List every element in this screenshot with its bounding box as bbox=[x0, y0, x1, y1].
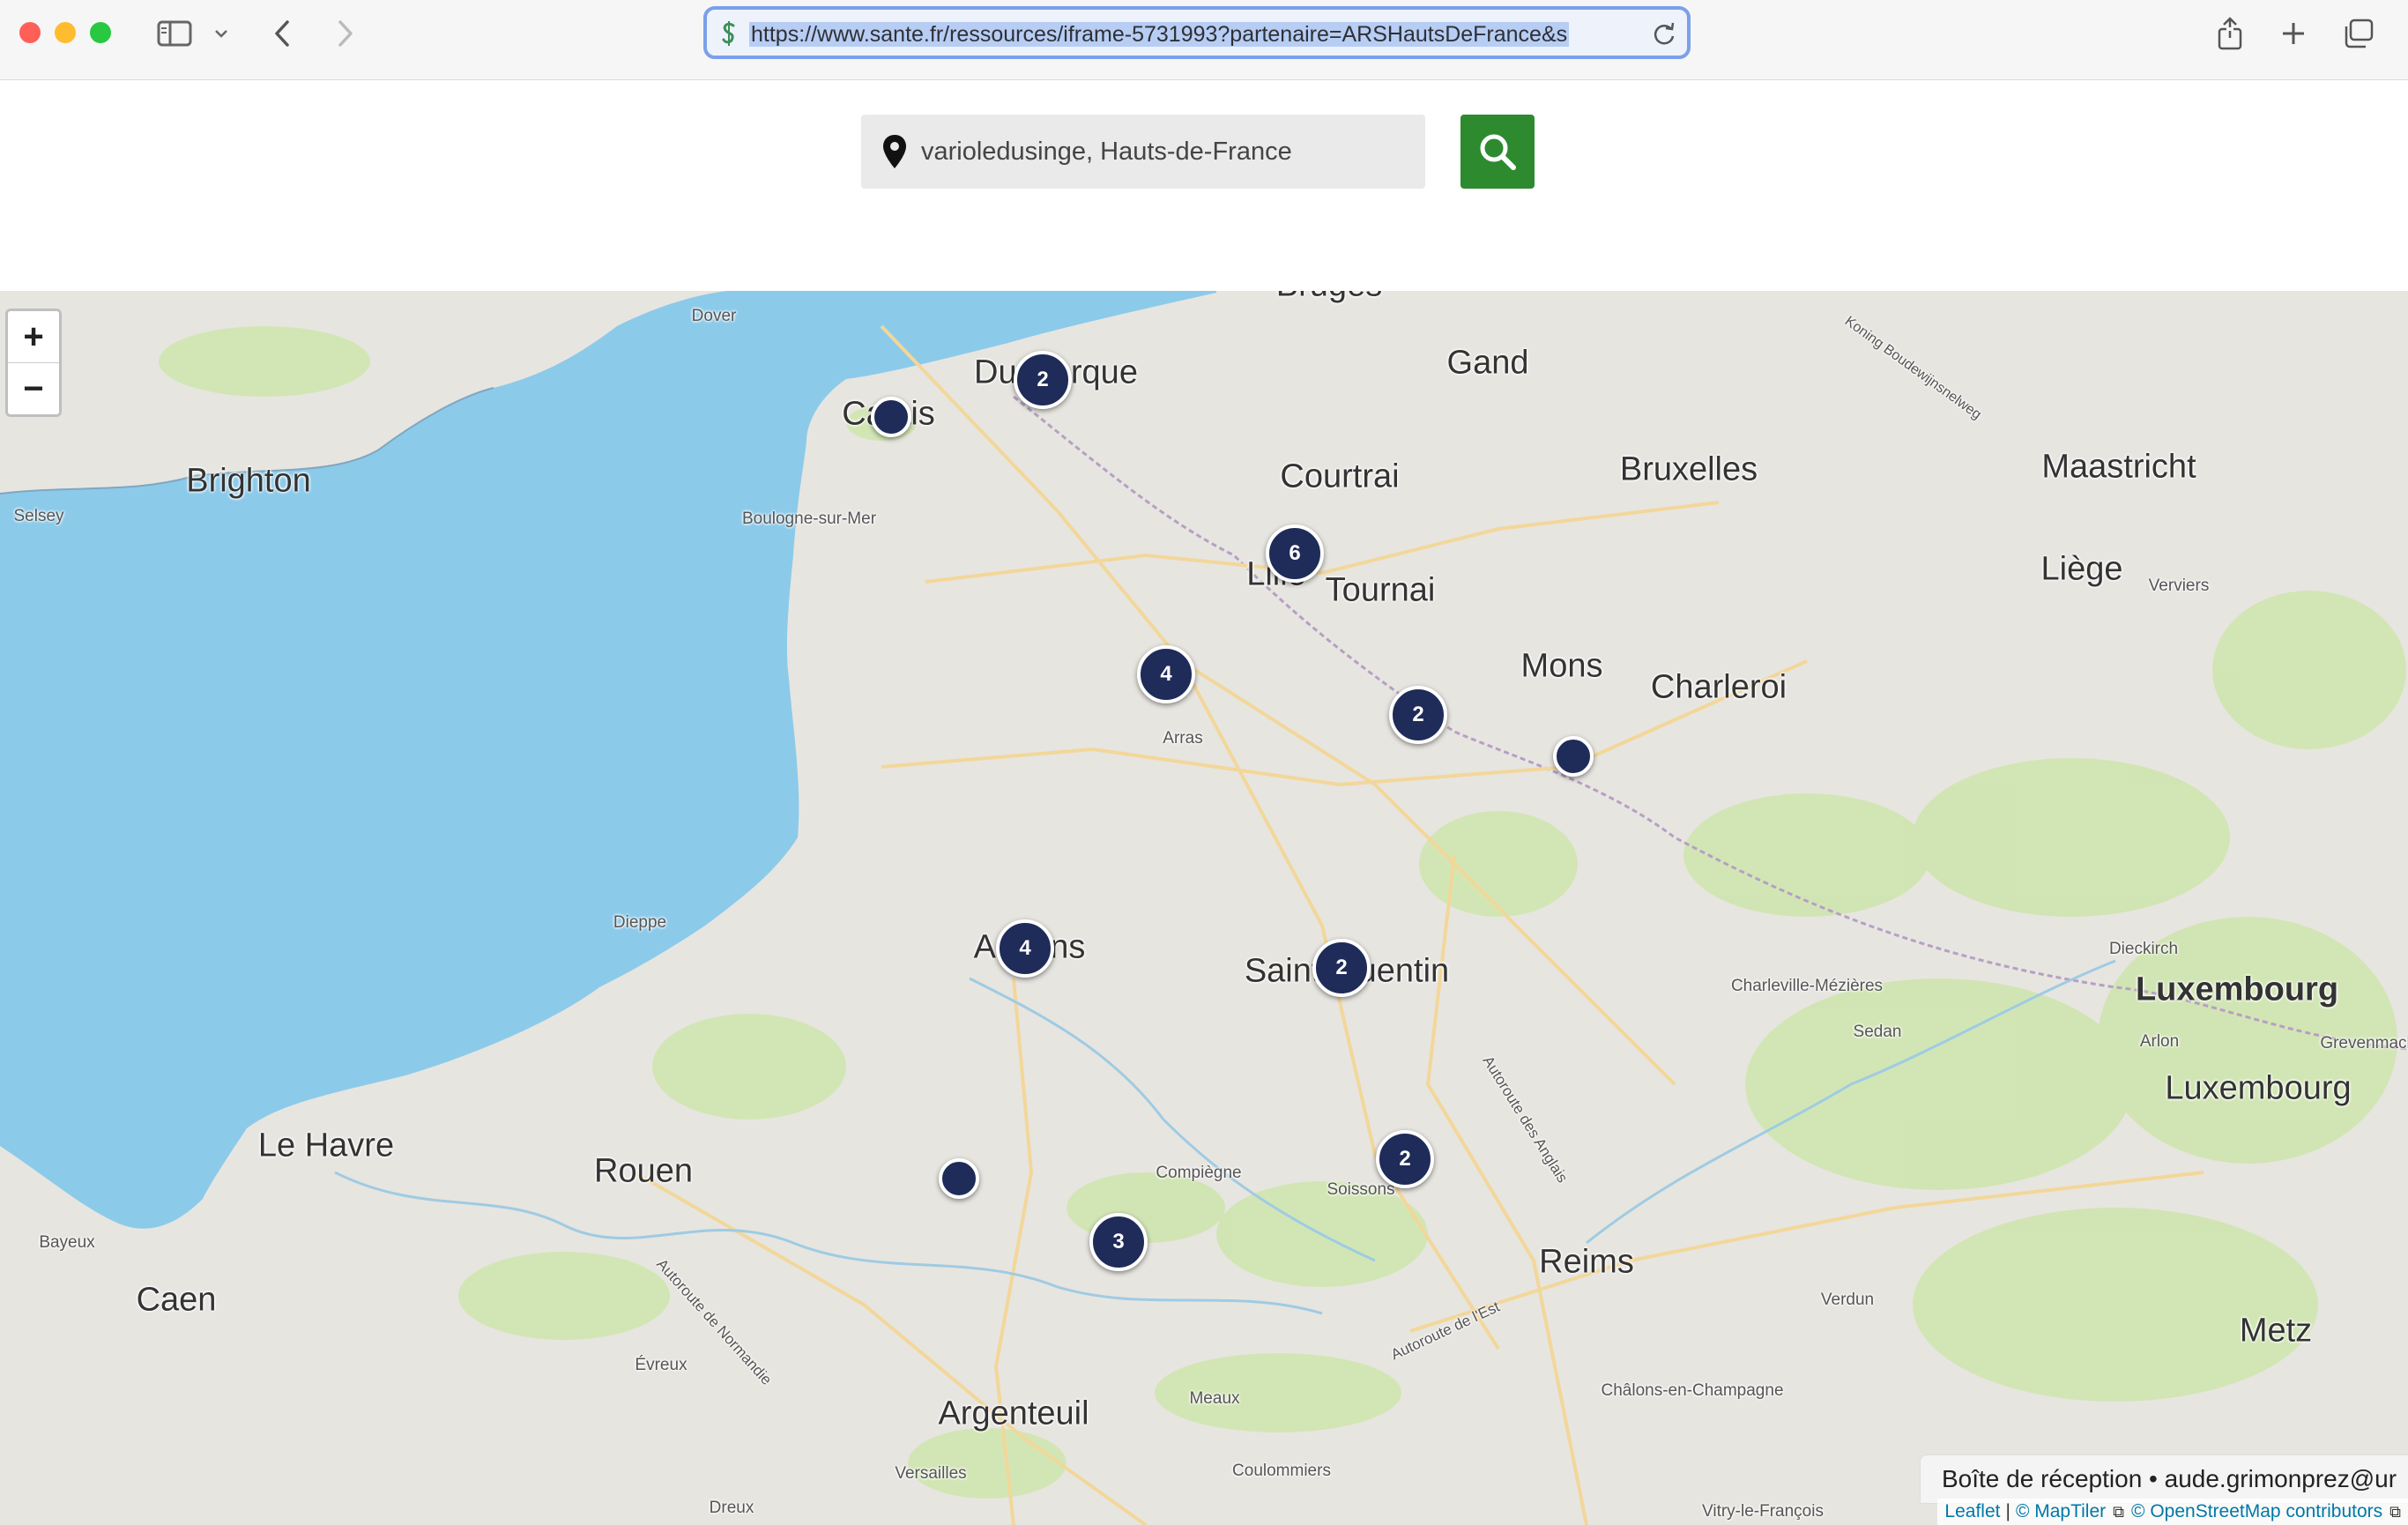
map-label: Versailles bbox=[895, 1464, 967, 1483]
map-attribution: Leaflet | © MapTiler ⧉ © OpenStreetMap c… bbox=[1937, 1499, 2408, 1525]
map-label: Courtrai bbox=[1280, 458, 1400, 495]
map-label: Vitry-le-François bbox=[1702, 1502, 1824, 1521]
url-text: https://www.sante.fr/ressources/iframe-5… bbox=[749, 22, 1570, 47]
map-label: Bruges bbox=[1276, 291, 1382, 305]
share-icon[interactable] bbox=[2211, 14, 2249, 53]
map-label: Luxembourg bbox=[2165, 1069, 2352, 1107]
map-label: Bruxelles bbox=[1619, 450, 1758, 488]
notification-banner[interactable]: Boîte de réception • aude.grimonprez@ur bbox=[1920, 1454, 2408, 1504]
cluster-marker[interactable]: 2 bbox=[1389, 686, 1447, 744]
map-view[interactable]: Bruges Dover Dunkerque Gand Calais Brigh… bbox=[0, 291, 2408, 1525]
forward-arrow-icon[interactable] bbox=[330, 14, 361, 53]
zoom-in-button[interactable]: + bbox=[8, 311, 59, 362]
cluster-marker[interactable]: 4 bbox=[1137, 645, 1195, 703]
minimize-window-button[interactable] bbox=[55, 22, 76, 43]
map-label: Arras bbox=[1163, 729, 1203, 748]
map-label: Le Havre bbox=[257, 1127, 395, 1164]
cluster-marker[interactable]: 4 bbox=[996, 919, 1054, 978]
map-label: Verdun bbox=[1820, 1291, 1875, 1309]
osm-link[interactable]: © OpenStreetMap contributors bbox=[2131, 1501, 2382, 1522]
sidebar-toggle-icon[interactable] bbox=[153, 14, 196, 53]
attribution-separator: | bbox=[2005, 1501, 2010, 1521]
search-button[interactable] bbox=[1460, 115, 1535, 189]
tab-overview-icon[interactable] bbox=[2339, 14, 2378, 53]
map-label: Metz bbox=[2239, 1312, 2313, 1350]
search-field bbox=[861, 115, 1425, 189]
search-icon bbox=[1480, 134, 1516, 170]
map-label: Coulommiers bbox=[1232, 1462, 1331, 1480]
map-label: Bayeux bbox=[39, 1233, 95, 1252]
map-label: Selsey bbox=[13, 507, 64, 525]
zoom-window-button[interactable] bbox=[90, 22, 111, 43]
map-label: Soissons bbox=[1327, 1180, 1395, 1199]
map-label: Verviers bbox=[2148, 577, 2210, 595]
map-label: Châlons-en-Champagne bbox=[1601, 1381, 1784, 1400]
back-arrow-icon[interactable] bbox=[266, 14, 298, 53]
zoom-control: + − bbox=[5, 309, 62, 417]
map-label: Argenteuil bbox=[938, 1395, 1089, 1432]
map-label: Luxembourg bbox=[2135, 971, 2339, 1008]
close-window-button[interactable] bbox=[19, 22, 41, 43]
location-marker[interactable] bbox=[1553, 736, 1594, 777]
map-label: Dover bbox=[691, 307, 737, 325]
search-panel bbox=[0, 80, 2408, 291]
address-bar[interactable]: https://www.sante.fr/ressources/iframe-5… bbox=[703, 6, 1691, 59]
cluster-marker[interactable]: 2 bbox=[1376, 1130, 1434, 1188]
maptiler-link[interactable]: © MapTiler bbox=[2016, 1501, 2106, 1522]
map-label: Dieppe bbox=[613, 913, 667, 932]
map-label: Grevenmache bbox=[2320, 1034, 2408, 1053]
map-label: Charleroi bbox=[1650, 668, 1787, 706]
map-label: Rouen bbox=[594, 1152, 693, 1190]
external-link-icon: ⧉ bbox=[2113, 1502, 2125, 1521]
location-marker[interactable] bbox=[871, 397, 911, 437]
cluster-marker[interactable]: 2 bbox=[1312, 939, 1371, 997]
map-label: Charleville-Mézières bbox=[1730, 977, 1884, 995]
leaflet-link[interactable]: Leaflet bbox=[1944, 1501, 2000, 1522]
map-label: Caen bbox=[136, 1281, 217, 1319]
map-label: Évreux bbox=[635, 1356, 687, 1374]
map-label: Arlon bbox=[2139, 1032, 2180, 1051]
map-label: Tournai bbox=[1325, 571, 1436, 609]
cluster-marker[interactable]: 6 bbox=[1266, 524, 1324, 583]
map-label: Sedan bbox=[1853, 1023, 1902, 1041]
map-label: Dieckirch bbox=[2108, 940, 2179, 958]
cluster-marker[interactable]: 2 bbox=[1014, 351, 1072, 409]
map-label: Reims bbox=[1539, 1243, 1634, 1281]
zoom-out-button[interactable]: − bbox=[8, 362, 59, 414]
cluster-marker[interactable]: 3 bbox=[1089, 1213, 1148, 1271]
map-label: Brighton bbox=[186, 462, 311, 500]
reload-icon[interactable] bbox=[1652, 20, 1676, 51]
browser-toolbar: https://www.sante.fr/ressources/iframe-5… bbox=[0, 0, 2408, 80]
map-label: Dreux bbox=[709, 1499, 754, 1517]
search-input[interactable] bbox=[921, 115, 1415, 189]
location-pin-icon bbox=[882, 134, 907, 174]
map-label: Boulogne-sur-Mer bbox=[741, 510, 877, 528]
map-label: Meaux bbox=[1189, 1389, 1240, 1408]
map-label: Gand bbox=[1446, 344, 1529, 382]
new-tab-icon[interactable] bbox=[2274, 14, 2313, 53]
chevron-down-icon[interactable] bbox=[212, 14, 231, 53]
map-label: Liège bbox=[2040, 550, 2123, 588]
site-privacy-icon bbox=[719, 20, 739, 51]
map-label: Maastricht bbox=[2041, 448, 2196, 486]
map-label: Mons bbox=[1520, 647, 1603, 685]
map-label: Compiègne bbox=[1156, 1164, 1242, 1182]
location-marker[interactable] bbox=[939, 1158, 979, 1199]
external-link-icon: ⧉ bbox=[2389, 1502, 2401, 1521]
